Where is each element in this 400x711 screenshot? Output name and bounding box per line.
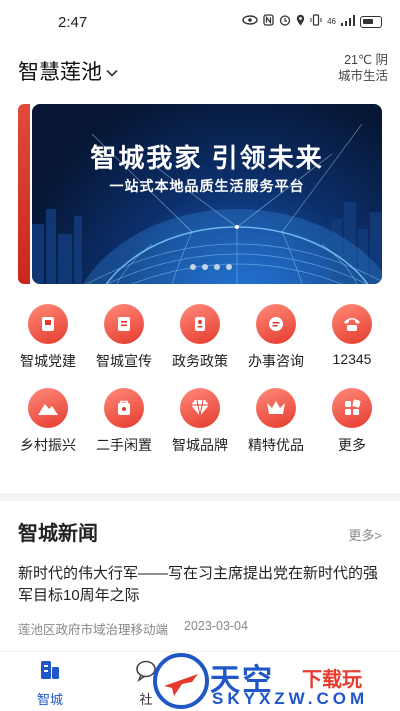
carousel-dot[interactable] xyxy=(226,264,232,270)
nfc-icon xyxy=(263,14,274,29)
service-label: 智城党建 xyxy=(20,353,76,369)
rural-icon xyxy=(28,388,68,428)
nav-tab-label: 智城 xyxy=(36,692,63,707)
service-label: 智城品牌 xyxy=(172,437,228,453)
service-label: 乡村振兴 xyxy=(20,437,76,453)
service-item-premium[interactable]: 精特优品 xyxy=(238,388,314,455)
watermark-text-2: 下载玩 xyxy=(302,669,362,691)
nav-tab-home[interactable]: 智城 xyxy=(20,658,80,708)
city-selector[interactable]: 智慧莲池 xyxy=(18,56,118,86)
service-label: 办事咨询 xyxy=(248,353,304,369)
service-label: 精特优品 xyxy=(248,437,304,453)
service-item-brand[interactable]: 智城品牌 xyxy=(162,388,238,455)
weather-widget[interactable]: 21℃ 阴 城市生活 xyxy=(338,52,388,84)
vibrate-icon xyxy=(310,14,322,29)
watermark-logo: 天空 下载玩 SKYXZW.COM xyxy=(150,651,400,711)
service-item-consult[interactable]: 办事咨询 xyxy=(238,304,314,371)
party-building-icon xyxy=(28,304,68,344)
news-section-title: 智城新闻 xyxy=(18,523,98,545)
carousel-dot[interactable] xyxy=(190,264,196,270)
publicity-icon xyxy=(104,304,144,344)
status-bar: 2:47 46 xyxy=(0,0,400,48)
carousel-indicator xyxy=(190,264,232,270)
service-label: 智城宣传 xyxy=(96,353,152,369)
news-source: 莲池区政府市域治理移动端 xyxy=(18,623,169,637)
banner-prev-peek xyxy=(18,104,30,284)
city-name: 智慧莲池 xyxy=(18,61,102,84)
secondhand-icon xyxy=(104,388,144,428)
carousel-dot[interactable] xyxy=(214,264,220,270)
section-divider xyxy=(0,493,400,501)
chevron-down-icon xyxy=(106,64,118,80)
weather-temp: 21℃ 阴 xyxy=(344,53,388,67)
service-item-publicity[interactable]: 智城宣传 xyxy=(86,304,162,371)
service-item-hotline[interactable]: 12345 xyxy=(314,304,390,367)
alarm-icon xyxy=(279,14,291,29)
signal-label: 46 xyxy=(327,17,336,26)
signal-bars-icon xyxy=(341,14,355,29)
hotline-phone-icon xyxy=(332,304,372,344)
service-label: 政务政策 xyxy=(172,353,228,369)
watermark-domain: SKYXZW.COM xyxy=(212,689,369,708)
status-icons: 46 xyxy=(242,14,382,29)
news-more-link[interactable]: 更多> xyxy=(348,525,382,544)
news-date: 2023-03-04 xyxy=(184,619,248,633)
brand-diamond-icon xyxy=(180,388,220,428)
service-item-rural[interactable]: 乡村振兴 xyxy=(10,388,86,455)
consult-icon xyxy=(256,304,296,344)
banner-carousel[interactable]: 智城我家 引领未来 一站式本地品质生活服务平台 xyxy=(18,104,382,284)
weather-label: 城市生活 xyxy=(337,69,388,83)
service-item-more[interactable]: 更多 xyxy=(314,388,390,455)
crown-icon xyxy=(256,388,296,428)
service-label: 更多 xyxy=(338,437,366,453)
carousel-dot[interactable] xyxy=(202,264,208,270)
banner-title: 智城我家 引领未来 xyxy=(90,143,324,173)
news-headline[interactable]: 新时代的伟大行军——写在习主席提出党在新时代的强军目标10周年之际 xyxy=(18,563,388,607)
news-section: 智城新闻 更多> 新时代的伟大行军——写在习主席提出党在新时代的强军目标10周年… xyxy=(0,501,400,651)
home-tab-icon xyxy=(20,658,80,687)
service-item-secondhand[interactable]: 二手闲置 xyxy=(86,388,162,455)
location-icon xyxy=(296,14,305,29)
status-time: 2:47 xyxy=(58,14,88,31)
policy-icon xyxy=(180,304,220,344)
battery-icon xyxy=(360,15,382,28)
service-label: 12345 xyxy=(332,351,372,367)
banner-slide[interactable]: 智城我家 引领未来 一站式本地品质生活服务平台 xyxy=(32,104,382,284)
service-item-policy[interactable]: 政务政策 xyxy=(162,304,238,371)
service-label: 二手闲置 xyxy=(96,437,152,453)
service-grid: 智城党建 智城宣传 政务政策 办事咨询 12345 乡村振兴 二手闲置 智城品牌… xyxy=(0,294,400,474)
news-meta: 莲池区政府市域治理移动端 2023-03-04 xyxy=(18,619,248,638)
more-grid-icon xyxy=(332,388,372,428)
eye-icon xyxy=(242,15,258,28)
service-item-party-building[interactable]: 智城党建 xyxy=(10,304,86,371)
header: 智慧莲池 21℃ 阴 城市生活 xyxy=(0,48,400,98)
watermark-emblem-icon xyxy=(153,653,209,709)
banner-subtitle: 一站式本地品质生活服务平台 xyxy=(109,178,305,194)
app-screen: 2:47 46 智慧莲池 21℃ 阴 城市生活 智城我家 引领未来 一站式本地品… xyxy=(0,0,400,711)
